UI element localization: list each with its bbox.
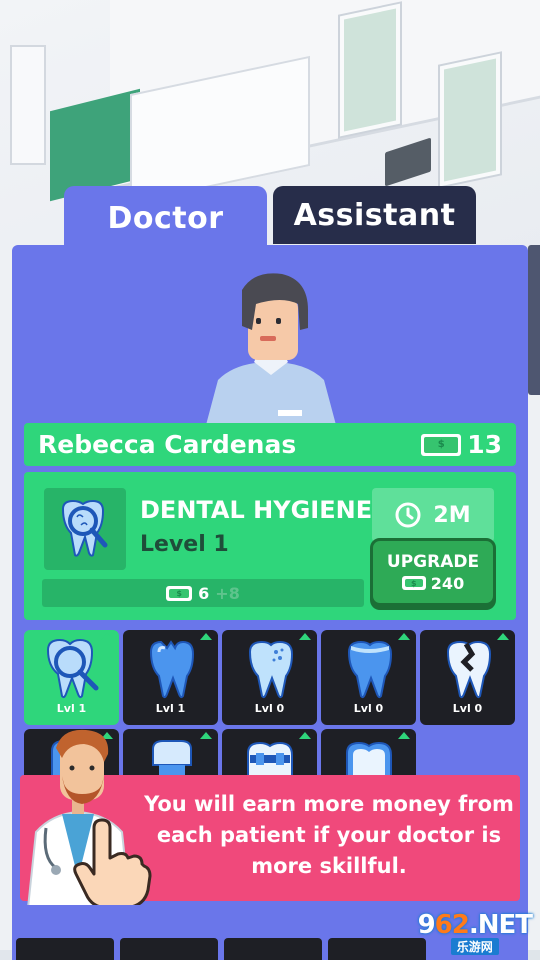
upgrade-arrow-icon xyxy=(200,732,212,739)
skill-slot-level: Lvl 0 xyxy=(353,702,384,715)
cash-icon: $ xyxy=(421,433,462,456)
upgrade-arrow-icon xyxy=(497,633,509,640)
site-watermark: 962.NET 乐游网 xyxy=(417,910,533,955)
window xyxy=(340,3,400,137)
skill-slot-level: Lvl 0 xyxy=(452,702,483,715)
skill-slot-partial[interactable] xyxy=(16,938,114,960)
upgrade-arrow-icon xyxy=(101,633,113,640)
tutorial-text: You will earn more money from each patie… xyxy=(144,792,514,878)
tooth-magnifier-icon xyxy=(46,638,98,699)
upgrade-cost-value: 240 xyxy=(430,573,465,593)
skill-slot-chipped-tooth[interactable]: Lvl 1 xyxy=(123,630,218,725)
tab-doctor[interactable]: Doctor xyxy=(64,186,267,250)
upgrade-arrow-icon xyxy=(299,732,311,739)
side-wall xyxy=(0,250,12,950)
skill-level: Level 1 xyxy=(140,532,229,557)
cash-icon: $ xyxy=(166,585,193,601)
watermark-subtitle: 乐游网 xyxy=(450,938,499,955)
skill-slot-level: Lvl 1 xyxy=(56,702,87,715)
skill-earnings-bonus: +8 xyxy=(215,583,240,603)
skill-slot-stained-tooth[interactable]: Lvl 0 xyxy=(321,630,416,725)
cabinet xyxy=(10,45,46,165)
skill-slot-partial[interactable] xyxy=(328,938,426,960)
upgrade-arrow-icon xyxy=(398,633,410,640)
doctor-money-value: 13 xyxy=(467,430,502,459)
skill-card: DENTAL HYGIENE Level 1 $ 6 +8 2M UPGRADE… xyxy=(24,472,516,620)
upgrade-label: UPGRADE xyxy=(386,551,480,572)
skill-earnings-value: 6 xyxy=(198,583,210,603)
upgrade-time-value: 2M xyxy=(433,502,471,528)
upgrade-arrow-icon xyxy=(200,633,212,640)
cavity-tooth-icon xyxy=(248,640,293,699)
skill-slot-partial[interactable] xyxy=(224,938,322,960)
skill-earnings-bar: $ 6 +8 xyxy=(42,579,364,607)
tooth-magnifier-icon xyxy=(44,488,126,570)
doctor-money: $ 13 xyxy=(421,430,502,459)
cash-icon: $ xyxy=(401,576,426,590)
skill-slot-broken-tooth[interactable]: Lvl 0 xyxy=(420,630,515,725)
doctor-name-bar: Rebecca Cardenas $ 13 xyxy=(24,423,516,466)
upgrade-arrow-icon xyxy=(299,633,311,640)
side-tab xyxy=(528,245,540,395)
stained-tooth-icon xyxy=(347,640,392,699)
upgrade-cost: $ 240 xyxy=(401,573,465,593)
window xyxy=(440,53,500,187)
chipped-tooth-icon xyxy=(149,640,194,699)
broken-tooth-icon xyxy=(446,640,491,699)
skill-slot-dental-hygiene[interactable]: Lvl 1 xyxy=(24,630,119,725)
skill-slot-partial[interactable] xyxy=(120,938,218,960)
upgrade-button[interactable]: UPGRADE $ 240 xyxy=(370,538,496,606)
skill-slot-level: Lvl 1 xyxy=(155,702,186,715)
tab-assistant[interactable]: Assistant xyxy=(273,186,476,244)
clock-icon xyxy=(395,502,421,528)
watermark-logo: 962.NET xyxy=(417,910,533,940)
skill-slot-cavity-tooth[interactable]: Lvl 0 xyxy=(222,630,317,725)
pointer-hand-icon xyxy=(73,818,152,910)
skill-slot-level: Lvl 0 xyxy=(254,702,285,715)
skill-title: DENTAL HYGIENE xyxy=(140,496,373,524)
next-row-slots xyxy=(16,938,426,960)
doctor-name: Rebecca Cardenas xyxy=(38,430,297,459)
upgrade-time: 2M xyxy=(372,488,494,542)
upgrade-arrow-icon xyxy=(398,732,410,739)
doctor-avatar xyxy=(206,273,336,425)
